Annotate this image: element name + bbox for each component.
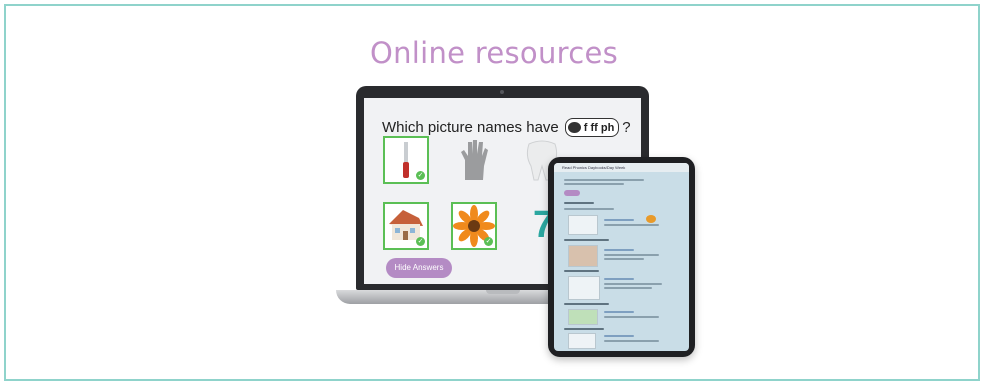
check-icon: ✓ — [484, 237, 493, 246]
phoneme-chip: f ff ph — [564, 118, 620, 137]
check-icon: ✓ — [416, 171, 425, 180]
question-suffix: ? — [622, 119, 631, 136]
check-icon: ✓ — [416, 237, 425, 246]
page-title: Online resources — [369, 36, 619, 70]
question-text: Which picture names have f ff ph ? — [382, 118, 631, 137]
tablet-mockup: Read Phonics Daybooks/Day Week — [548, 157, 695, 357]
hide-answers-button[interactable]: Hide Answers — [386, 258, 452, 278]
glove-icon — [461, 140, 488, 180]
picture-card-flower[interactable]: ✓ — [451, 202, 497, 250]
tablet-tag — [564, 190, 580, 196]
picture-card-knife[interactable]: ✓ — [383, 136, 429, 184]
phoneme-label: f ff ph — [583, 121, 615, 134]
question-prefix: Which picture names have — [382, 119, 559, 136]
fish-icon — [567, 122, 581, 133]
camera-icon — [500, 90, 504, 94]
picture-card-house[interactable]: ✓ — [383, 202, 429, 250]
laptop-notch — [486, 290, 520, 294]
picture-card-glove[interactable] — [451, 136, 497, 184]
fish-icon — [646, 215, 656, 223]
tablet-header: Read Phonics Daybooks/Day Week — [554, 163, 689, 172]
tablet-display: Read Phonics Daybooks/Day Week — [554, 163, 689, 351]
